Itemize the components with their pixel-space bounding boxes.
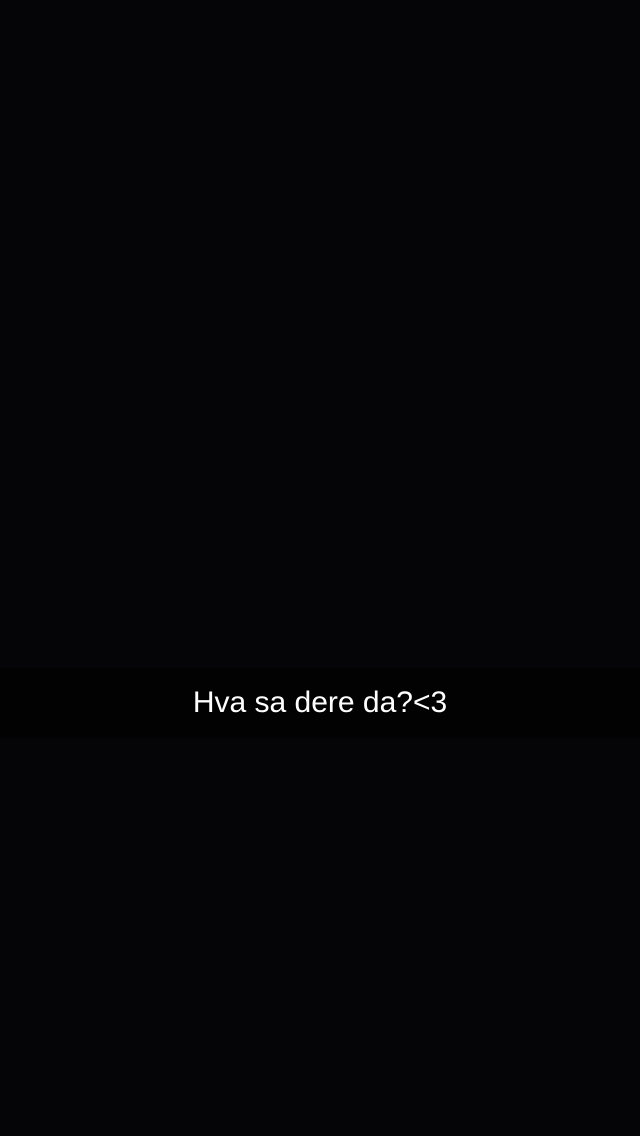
caption-text: Hva sa dere da?<3 <box>192 686 448 719</box>
caption-bar[interactable]: Hva sa dere da?<3 <box>0 668 640 738</box>
snap-photo[interactable]: Hva sa dere da?<3 <box>0 0 640 1136</box>
